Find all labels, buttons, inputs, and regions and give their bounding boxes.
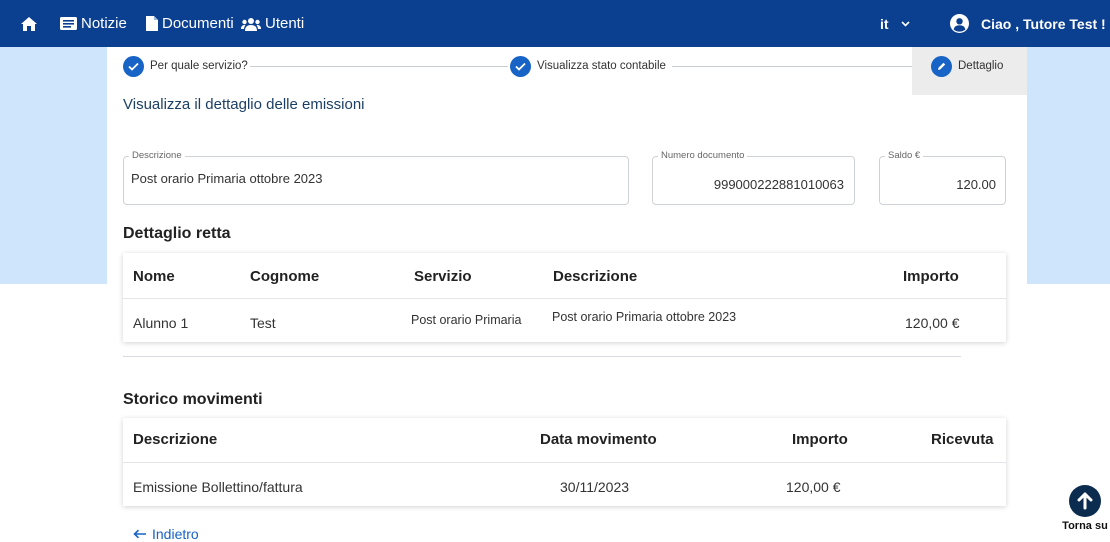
user-menu[interactable]: Ciao , Tutore Test !	[950, 0, 1110, 47]
column-header: Data movimento	[540, 431, 657, 448]
page-title: Visualizza il dettaglio delle emissioni	[123, 96, 365, 113]
home-icon	[20, 16, 38, 32]
row-separator	[123, 462, 1006, 463]
saldo-field[interactable]: Saldo € 120.00	[879, 156, 1006, 205]
nav-item-label: Utenti	[265, 15, 304, 32]
step-label: Visualizza stato contabile	[537, 60, 666, 72]
field-label: Numero documento	[658, 150, 747, 161]
back-to-top-button[interactable]: Torna su	[1060, 485, 1110, 532]
column-header: Servizio	[414, 268, 472, 285]
step-per-quale-servizio[interactable]: Per quale servizio?	[123, 55, 248, 77]
step-label: Per quale servizio?	[150, 60, 248, 72]
section-divider	[123, 356, 961, 357]
top-navbar: Notizie Documenti Utenti it Ciao , Tutor…	[0, 0, 1110, 47]
nav-item-documenti[interactable]: Documenti	[146, 0, 234, 47]
home-link[interactable]	[20, 0, 42, 47]
field-value: Post orario Primaria ottobre 2023	[131, 171, 322, 186]
field-label: Descrizione	[129, 150, 185, 161]
pencil-icon	[931, 56, 952, 77]
cell-cognome: Test	[250, 315, 276, 331]
stepper-connector	[250, 66, 508, 67]
check-icon	[123, 56, 144, 77]
newspaper-icon	[60, 17, 77, 30]
numero-documento-field[interactable]: Numero documento 999000222881010063	[652, 156, 855, 205]
cell-importo: 120,00 €	[786, 479, 841, 495]
back-link[interactable]: Indietro	[133, 526, 199, 542]
nav-item-utenti[interactable]: Utenti	[241, 0, 304, 47]
cell-data-movimento: 30/11/2023	[560, 479, 629, 495]
storico-movimenti-table: Descrizione Data movimento Importo Ricev…	[123, 418, 1006, 506]
field-label: Saldo €	[885, 150, 923, 161]
cell-importo: 120,00 €	[905, 315, 960, 331]
storico-movimenti-title: Storico movimenti	[123, 391, 263, 409]
nav-item-label: Documenti	[162, 15, 234, 32]
field-value: 120.00	[956, 177, 996, 192]
language-select[interactable]: it	[880, 0, 910, 47]
step-visualizza-stato-contabile[interactable]: Visualizza stato contabile	[510, 55, 666, 77]
column-header: Descrizione	[553, 268, 637, 285]
row-separator	[123, 298, 1006, 299]
column-header: Importo	[792, 431, 848, 448]
users-icon	[241, 17, 261, 31]
cell-descrizione: Post orario Primaria ottobre 2023	[552, 310, 736, 324]
dettaglio-retta-title: Dettaglio retta	[123, 225, 231, 243]
check-icon	[510, 56, 531, 77]
user-avatar-icon	[950, 14, 969, 33]
stepper-connector	[672, 66, 927, 67]
user-greeting: Ciao , Tutore Test !	[981, 16, 1106, 32]
field-value: 999000222881010063	[714, 177, 844, 192]
nav-item-notizie[interactable]: Notizie	[60, 0, 127, 47]
column-header: Nome	[133, 268, 175, 285]
back-to-top-label: Torna su	[1060, 520, 1110, 532]
step-dettaglio[interactable]: Dettaglio	[912, 47, 1027, 95]
column-header: Descrizione	[133, 431, 217, 448]
column-header: Ricevuta	[931, 431, 994, 448]
column-header: Cognome	[250, 268, 319, 285]
cell-descrizione: Emissione Bollettino/fattura	[133, 479, 303, 495]
dettaglio-retta-table: Nome Cognome Servizio Descrizione Import…	[123, 253, 1006, 342]
document-icon	[146, 16, 158, 31]
back-label: Indietro	[152, 526, 199, 542]
step-label: Dettaglio	[958, 60, 1003, 72]
cell-servizio: Post orario Primaria	[411, 313, 521, 327]
arrow-up-icon	[1069, 485, 1101, 517]
nav-item-label: Notizie	[81, 15, 127, 32]
chevron-down-icon	[901, 21, 910, 27]
column-header: Importo	[903, 268, 959, 285]
cell-nome: Alunno 1	[133, 315, 188, 331]
language-value: it	[880, 16, 889, 32]
descrizione-field[interactable]: Descrizione Post orario Primaria ottobre…	[123, 156, 629, 205]
